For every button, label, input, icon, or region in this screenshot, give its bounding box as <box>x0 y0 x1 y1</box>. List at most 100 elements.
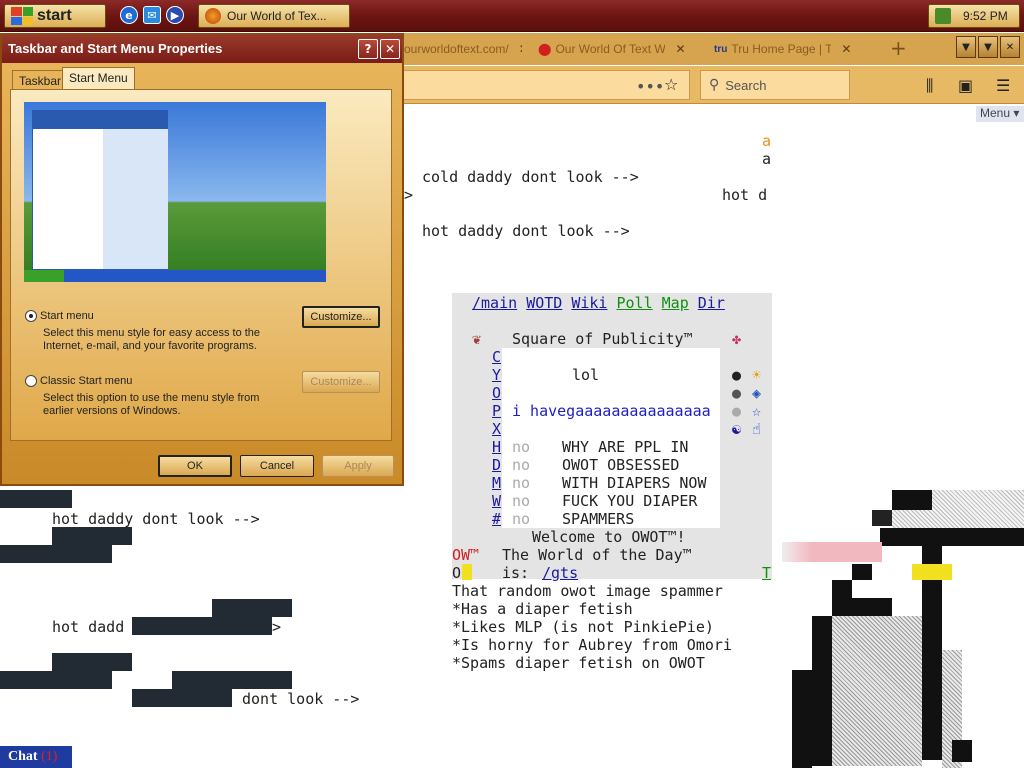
letter-link[interactable]: C <box>492 348 501 366</box>
close-icon[interactable]: ✕ <box>380 39 400 59</box>
i-have-text: i havegaaaaaaaaaaaaaaa <box>512 402 711 420</box>
firefox-icon <box>205 8 221 24</box>
ow-tm-text: OW™ <box>452 546 480 564</box>
square-title: Square of Publicity™ <box>512 330 693 348</box>
t-link[interactable]: T <box>762 564 771 582</box>
letter-link[interactable]: P <box>492 402 501 420</box>
dialog-title: Taskbar and Start Menu Properties <box>2 35 402 63</box>
tab-taskbar[interactable]: Taskbar <box>12 70 69 90</box>
close-window-icon[interactable]: ✕ <box>1000 36 1020 58</box>
tab-label: Our World Of Text Wi... <box>555 42 666 56</box>
clock[interactable]: 9:52 PM <box>963 9 1008 23</box>
link-main[interactable]: /main <box>472 294 517 312</box>
chat-button[interactable]: Chat (1) <box>0 746 72 768</box>
preview-start-menu <box>32 110 168 270</box>
desc-line: *Is horny for Aubrey from Omori <box>452 636 732 654</box>
gt-text: > <box>272 618 282 636</box>
start-menu-radio[interactable] <box>25 310 37 322</box>
page-actions-icon[interactable]: ••• <box>636 77 664 96</box>
search-placeholder: Search <box>725 77 767 93</box>
letter-link[interactable]: O <box>492 384 501 402</box>
shout-line: FUCK YOU DIAPER <box>562 492 698 510</box>
cancel-button[interactable]: Cancel <box>240 455 314 477</box>
system-tray: 9:52 PM <box>928 4 1020 28</box>
link-dir[interactable]: Dir <box>698 294 725 312</box>
is-label: is: <box>502 564 530 582</box>
link-poll[interactable]: Poll <box>617 294 653 312</box>
start-menu-desc: Internet, e-mail, and your favorite prog… <box>43 340 257 352</box>
start-button[interactable]: start <box>4 4 106 28</box>
redaction-block <box>52 527 132 545</box>
owot-menu-button[interactable]: Menu ▾ <box>976 106 1024 122</box>
megaphone-icon: ❦ <box>472 330 482 348</box>
shout-line: WHY ARE PPL IN <box>562 438 689 456</box>
pointer-icon: ☝ <box>752 420 762 438</box>
customize-start-button[interactable]: Customize... <box>302 306 380 328</box>
star-icon: ☆ <box>752 402 762 420</box>
cold-daddy-text: cold daddy dont look --> <box>422 168 639 186</box>
internet-explorer-icon[interactable]: e <box>120 6 138 24</box>
tab-trutv[interactable]: truTru Home Page | TruTV ✕ <box>714 39 874 59</box>
letter-link[interactable]: D <box>492 456 501 474</box>
no-text: no <box>512 474 531 492</box>
hot-daddy-text: hot daddy dont look --> <box>52 510 260 528</box>
hamburger-menu-icon[interactable]: ☰ <box>996 76 1010 95</box>
tab-owot-wiki[interactable]: ⬤Our World Of Text Wi... ✕ <box>538 39 698 59</box>
search-input[interactable]: ⚲ Search <box>700 70 850 100</box>
media-player-icon[interactable]: ▶ <box>166 6 184 24</box>
chat-count-badge: (1) <box>41 749 58 764</box>
customize-classic-button[interactable]: Customize... <box>302 371 380 393</box>
redaction-block <box>52 653 132 671</box>
close-tab-icon[interactable]: ✕ <box>841 42 851 56</box>
gts-link[interactable]: /gts <box>542 564 578 582</box>
taskbar: start e ✉ ▶ Our World of Tex... 9:52 PM <box>0 0 1024 32</box>
letter-link[interactable]: # <box>492 510 501 528</box>
library-icon[interactable]: ⫼ <box>926 76 933 96</box>
desc-line: That random owot image spammer <box>452 582 723 600</box>
close-tab-icon[interactable]: ✕ <box>519 42 522 56</box>
start-label: start <box>37 7 72 24</box>
link-map[interactable]: Map <box>662 294 689 312</box>
letter-link[interactable]: X <box>492 420 501 438</box>
minimize-window-icon[interactable]: ▼ <box>956 36 976 58</box>
apply-button[interactable]: Apply <box>322 455 394 477</box>
letter-link[interactable]: W <box>492 492 501 510</box>
outlook-express-icon[interactable]: ✉ <box>143 6 161 24</box>
close-tab-icon[interactable]: ✕ <box>675 42 685 56</box>
tab-start-menu[interactable]: Start Menu <box>62 67 135 90</box>
ok-button[interactable]: OK <box>158 455 232 477</box>
letter-link[interactable]: Y <box>492 366 501 384</box>
help-icon[interactable]: ? <box>358 39 378 59</box>
shout-line: WITH DIAPERS NOW <box>562 474 707 492</box>
classic-start-menu-radio[interactable] <box>25 375 37 387</box>
sidebar-icon[interactable]: ▣ <box>958 76 973 95</box>
new-tab-icon[interactable]: + <box>890 36 907 60</box>
tab-ourworldoftext[interactable]: ourworldoftext.com/ ✕ <box>404 39 522 59</box>
browser-tab-strip: ourworldoftext.com/ ✕ ⬤Our World Of Text … <box>404 33 1024 65</box>
volume-icon[interactable] <box>935 8 951 24</box>
bullet-icon: ● <box>732 366 742 384</box>
sparkle-icon: ✤ <box>732 330 742 348</box>
start-menu-preview-image <box>24 102 326 282</box>
taskbar-item-browser[interactable]: Our World of Tex... <box>198 4 350 28</box>
no-text: no <box>512 438 531 456</box>
shout-line: OWOT OBSESSED <box>562 456 680 474</box>
letter-link[interactable]: M <box>492 474 501 492</box>
favicon-icon: ⬤ <box>538 42 552 56</box>
bullet-icon: ● <box>732 402 742 420</box>
classic-start-menu-desc: earlier versions of Windows. <box>43 405 181 417</box>
bookmark-star-icon[interactable]: ☆ <box>664 75 678 94</box>
desc-line: *Likes MLP (is not PinkiePie) <box>452 618 714 636</box>
letter-link[interactable]: H <box>492 438 501 456</box>
url-bar[interactable]: ••• ☆ <box>404 70 690 100</box>
trutv-icon: tru <box>714 43 728 55</box>
bullet-icon: ● <box>732 384 742 402</box>
tab-label: Tru Home Page | TruTV <box>731 42 832 56</box>
no-text: no <box>512 492 531 510</box>
hot-dadd-text: hot dadd <box>52 618 125 636</box>
redaction-block <box>132 617 272 635</box>
search-icon: ⚲ <box>709 77 720 93</box>
link-wotd[interactable]: WOTD <box>526 294 562 312</box>
link-wiki[interactable]: Wiki <box>571 294 607 312</box>
restore-window-icon[interactable]: ▼ <box>978 36 998 58</box>
